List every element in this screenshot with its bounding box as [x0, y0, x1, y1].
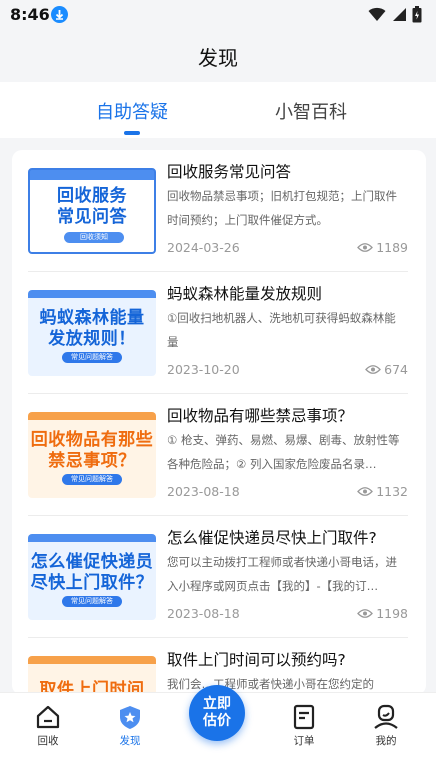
article-thumbnail: 回收服务 常见问答 回收须知 — [28, 168, 156, 254]
article-date: 2023-10-20 — [167, 362, 240, 377]
view-count: 1132 — [357, 484, 408, 499]
article-thumbnail: 蚂蚁森林能量 发放规则！ 常见问题解答 — [28, 290, 156, 376]
list-item[interactable]: 怎么催促快递员 尽快上门取件？ 常见问题解答 怎么催促快递员尽快上门取件? 您可… — [28, 516, 408, 638]
signal-icon — [393, 8, 406, 21]
list-item[interactable]: 回收服务 常见问答 回收须知 回收服务常见问答 回收物品禁忌事项；旧机打包规范；… — [28, 150, 408, 272]
article-title: 回收物品有哪些禁忌事项？ — [167, 407, 354, 425]
view-count: 674 — [365, 362, 408, 377]
nav-item-orders[interactable]: 订单 — [274, 703, 334, 748]
list-item[interactable]: 回收物品有那些 禁忌事项？ 常见问题解答 回收物品有哪些禁忌事项？ ① 枪支、弹… — [28, 394, 408, 516]
article-date: 2023-08-18 — [167, 484, 240, 499]
view-count: 1198 — [357, 606, 408, 621]
download-icon — [51, 6, 68, 23]
instant-quote-button[interactable]: 立即 估价 — [189, 685, 245, 741]
status-time: 8:46 — [10, 5, 50, 24]
eye-icon — [365, 365, 382, 374]
battery-icon — [412, 6, 422, 23]
profile-icon — [374, 704, 398, 729]
article-title: 怎么催促快递员尽快上门取件? — [167, 529, 377, 547]
eye-icon — [357, 487, 374, 496]
tab-bar: 自助答疑 小智百科 — [0, 82, 436, 138]
order-icon — [293, 704, 315, 730]
tab-indicator — [124, 131, 140, 135]
list-item[interactable]: 蚂蚁森林能量 发放规则！ 常见问题解答 蚂蚁森林能量发放规则 ①回收扫地机器人、… — [28, 272, 408, 394]
wifi-icon — [368, 7, 386, 21]
app-header: 发现 — [0, 30, 436, 82]
article-title: 取件上门时间可以预约吗? — [167, 651, 346, 669]
page-title: 发现 — [198, 46, 238, 70]
article-thumbnail: 怎么催促快递员 尽快上门取件？ 常见问题解答 — [28, 534, 156, 620]
status-bar: 8:46 — [0, 0, 436, 30]
article-title: 回收服务常见问答 — [167, 163, 292, 181]
article-summary: 回收物品禁忌事项；旧机打包规范；上门取件时间预约；上门取件催促方式。 — [167, 189, 397, 227]
article-summary: 您可以主动拨打工程师或者快递小哥电话，进入小程序或网页点击【我的】-【我的订… — [167, 555, 397, 593]
article-title: 蚂蚁森林能量发放规则 — [167, 285, 323, 303]
tab-encyclopedia[interactable]: 小智百科 — [275, 98, 347, 124]
article-list: 回收服务 常见问答 回收须知 回收服务常见问答 回收物品禁忌事项；旧机打包规范；… — [12, 150, 426, 695]
home-icon — [36, 705, 60, 729]
nav-item-discover[interactable]: 发现 — [100, 703, 160, 748]
tab-self-help[interactable]: 自助答疑 — [96, 98, 168, 124]
eye-icon — [357, 243, 374, 252]
nav-item-profile[interactable]: 我的 — [356, 703, 416, 748]
discover-icon — [120, 706, 140, 729]
eye-icon — [357, 609, 374, 618]
article-thumbnail: 取件上门时间 — [28, 656, 156, 695]
view-count: 1189 — [357, 240, 408, 255]
article-thumbnail: 回收物品有那些 禁忌事项？ 常见问题解答 — [28, 412, 156, 498]
article-date: 2024-03-26 — [167, 240, 240, 255]
nav-item-recycle[interactable]: 回收 — [18, 703, 78, 748]
article-summary: ①回收扫地机器人、洗地机可获得蚂蚁森林能量 — [167, 311, 396, 349]
article-date: 2023-08-18 — [167, 606, 240, 621]
article-summary: ① 枪支、弹药、易燃、易爆、剧毒、放射性等各种危险品；② 列入国家危险废品名录… — [167, 433, 400, 471]
